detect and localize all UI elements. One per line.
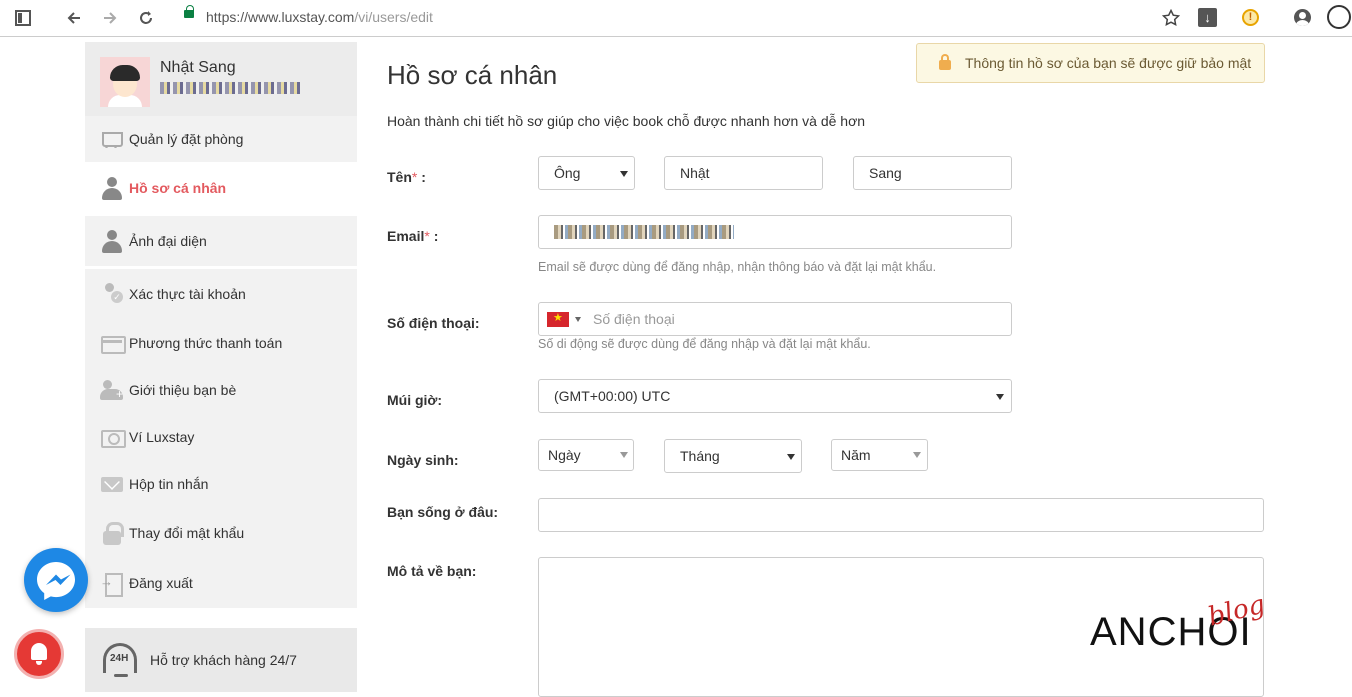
phone-label: Số điện thoại: [387,315,480,331]
url-text[interactable]: https://www.luxstay.com/vi/users/edit [206,9,433,25]
sidebar-item-label: Xác thực tài khoản [129,286,246,302]
sidebar-item-label: Hộp tin nhắn [129,476,209,492]
browser-toolbar: https://www.luxstay.com/vi/users/edit ↓ … [0,0,1352,37]
timezone-select[interactable]: (GMT+00:00) UTC [538,379,1012,413]
profile-card: Nhật Sang [85,42,357,116]
sidebar-item-change-password[interactable]: Thay đổi mật khẩu [85,508,357,558]
sidebar-toggle-icon[interactable] [12,7,34,29]
star-bookmark-icon[interactable] [1160,7,1182,29]
email-hint: Email sẽ được dùng để đăng nhập, nhận th… [538,260,937,274]
download-icon[interactable]: ↓ [1198,8,1217,27]
sidebar-item-verify[interactable]: Xác thực tài khoản [85,269,357,319]
sidebar-item-label: Quản lý đặt phòng [129,131,244,147]
vietnam-flag-icon[interactable] [547,311,569,327]
name-label: Tên* : [387,169,426,185]
avatar [100,57,150,107]
email-value-redacted [554,225,734,239]
privacy-notice: Thông tin hồ sơ của bạn sẽ được giữ bảo … [916,43,1265,83]
sidebar-item-label: Ví Luxstay [129,429,195,445]
sidebar-item-logout[interactable]: Đăng xuất [85,558,357,608]
birthday-label: Ngày sinh: [387,452,459,468]
logout-icon [100,571,124,597]
sidebar-item-label: Ảnh đại diện [129,233,207,249]
sidebar-item-label: Thay đổi mật khẩu [129,525,245,541]
sidebar-item-referral[interactable]: Giới thiệu bạn bè [85,366,357,414]
sidebar-item-payment[interactable]: Phương thức thanh toán [85,319,357,367]
profile-email-redacted [160,82,300,94]
card-icon [100,331,126,355]
phone-hint: Số di động sẽ được dùng để đăng nhập và … [538,337,871,351]
first-name-input[interactable]: Nhật [664,156,823,190]
about-label: Mô tả về bạn: [387,563,477,579]
person-icon [100,229,124,253]
salutation-select[interactable]: Ông [538,156,635,190]
chevron-down-icon[interactable] [575,316,581,322]
person-icon [100,176,124,200]
sidebar-item-profile[interactable]: Hồ sơ cá nhân [85,165,357,211]
birth-month-select[interactable]: Tháng [664,439,802,473]
email-label: Email* : [387,228,439,244]
verify-user-icon [100,282,124,306]
location-input[interactable] [538,498,1264,532]
timezone-label: Múi giờ: [387,392,443,408]
email-input[interactable] [538,215,1012,249]
cart-icon [100,127,124,151]
birth-year-select[interactable]: Năm [831,439,928,471]
messenger-icon [37,562,75,600]
notification-bell-button[interactable] [14,629,64,679]
page-intro: Hoàn thành chi tiết hồ sơ giúp cho việc … [387,113,866,129]
sidebar-item-label: Phương thức thanh toán [129,335,283,351]
anchoi-blog-watermark: ANCHOI blog [1090,590,1300,660]
back-arrow-icon[interactable] [63,7,85,29]
customer-support-link[interactable]: 24H Hỗ trợ khách hàng 24/7 [85,628,357,692]
reload-icon[interactable] [135,7,157,29]
forward-arrow-icon[interactable] [99,7,121,29]
wallet-icon [100,425,126,449]
messenger-chat-button[interactable] [24,548,88,612]
sidebar-item-label: Hồ sơ cá nhân [129,180,227,196]
menu-circle-icon[interactable] [1327,5,1351,29]
account-icon[interactable] [1294,9,1311,26]
headset-24h-icon: 24H [100,640,140,680]
sidebar-item-wallet[interactable]: Ví Luxstay [85,414,357,460]
location-label: Bạn sống ở đâu: [387,504,499,520]
last-name-input[interactable]: Sang [853,156,1012,190]
mail-icon [100,472,124,496]
notice-text: Thông tin hồ sơ của bạn sẽ được giữ bảo … [965,55,1252,71]
sidebar-item-label: Giới thiệu bạn bè [129,382,237,398]
account-sidebar: Nhật Sang Quản lý đặt phòng Hồ sơ cá nhâ… [85,42,357,692]
support-label: Hỗ trợ khách hàng 24/7 [150,652,297,668]
birth-day-select[interactable]: Ngày [538,439,634,471]
sidebar-item-bookings[interactable]: Quản lý đặt phòng [85,116,357,162]
page-title: Hồ sơ cá nhân [387,60,558,90]
sidebar-item-inbox[interactable]: Hộp tin nhắn [85,460,357,508]
phone-placeholder: Số điện thoại [593,311,675,327]
add-friend-icon [100,378,124,402]
warning-extension-icon[interactable]: ! [1242,9,1259,26]
profile-name: Nhật Sang [160,59,236,76]
phone-input[interactable]: Số điện thoại [538,302,1012,336]
lock-icon [100,521,124,545]
sidebar-item-avatar[interactable]: Ảnh đại diện [85,216,357,266]
lock-icon [939,54,951,70]
secure-lock-icon [184,5,194,18]
sidebar-item-label: Đăng xuất [129,575,193,591]
